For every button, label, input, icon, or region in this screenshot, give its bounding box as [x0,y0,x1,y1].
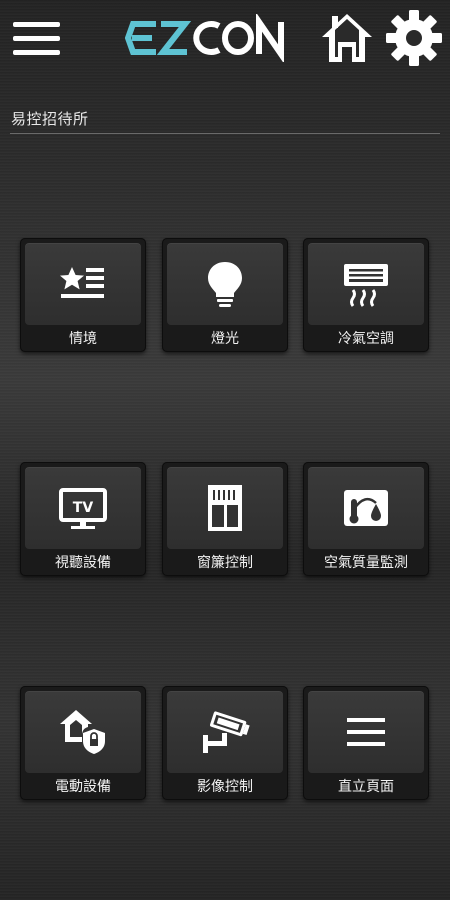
tile-label: 空氣質量監測 [324,555,408,571]
tile-label: 直立頁面 [338,779,394,795]
tile-label: 冷氣空調 [338,331,394,347]
app-header [0,0,450,80]
tile-lighting[interactable]: 燈光 [162,238,288,352]
hamburger-menu-icon[interactable] [10,18,64,60]
tv-icon: TV [59,488,107,529]
tile-label: 窗簾控制 [197,555,253,571]
tile-scene[interactable]: 情境 [20,238,146,352]
cctv-camera-icon [203,711,250,753]
list-lines-icon [347,718,385,746]
tile-label: 電動設備 [55,779,111,795]
tile-curtain[interactable]: 窗簾控制 [162,462,288,576]
air-conditioner-icon [344,264,388,307]
ezcon-logo [125,14,284,62]
tile-video-control[interactable]: 影像控制 [162,686,288,800]
curtain-icon [208,485,242,531]
tile-air-quality[interactable]: 空氣質量監測 [303,462,429,576]
gear-icon[interactable] [384,8,444,68]
tile-label: 情境 [69,331,97,347]
scene-star-list-icon [60,267,104,298]
tile-motorized-devices[interactable]: 電動設備 [20,686,146,800]
light-bulb-icon [208,262,242,307]
tile-label: 視聽設備 [55,555,111,571]
svg-text:TV: TV [73,500,94,516]
home-shield-icon [60,710,105,754]
tile-label: 燈光 [211,331,239,347]
tile-portrait-page[interactable]: 直立頁面 [303,686,429,800]
site-title: 易控招待所 [11,110,89,128]
title-divider [10,133,440,134]
tile-air-conditioning[interactable]: 冷氣空調 [303,238,429,352]
air-quality-icon [344,490,388,526]
tile-label: 影像控制 [197,779,253,795]
home-icon[interactable] [318,10,376,66]
tile-audio-video[interactable]: TV 視聽設備 [20,462,146,576]
